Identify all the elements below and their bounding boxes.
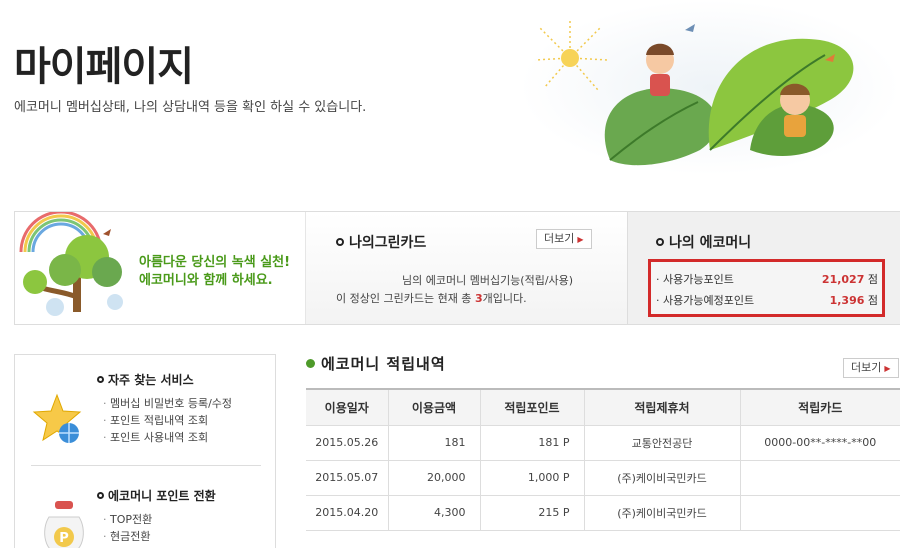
- convert-link-top[interactable]: TOP전환: [103, 511, 152, 528]
- star-globe-icon: [32, 393, 82, 443]
- partner-cell: (주)케이비국민카드: [584, 495, 741, 531]
- promo-line-1: 아름다운 당신의 녹색 실천!: [139, 255, 291, 270]
- service-link-earn-history[interactable]: 포인트 적립내역 조회: [103, 412, 232, 429]
- table-row: 2015.04.20 4,300 215 P (주)케이비국민카드: [306, 495, 900, 531]
- date-cell: 2015.05.26: [306, 425, 389, 461]
- green-card-title: 나의그린카드: [336, 232, 426, 252]
- green-card-count: 3: [474, 292, 483, 305]
- divider: [31, 465, 261, 466]
- history-table: 이용일자 이용금액 적립포인트 적립제휴처 적립카드 2015.05.26 18…: [306, 388, 900, 531]
- history-more-button[interactable]: 더보기 ▶: [843, 358, 899, 378]
- service-link-password[interactable]: 멤버십 비밀번호 등록/수정: [103, 395, 232, 412]
- summary-band: 아름다운 당신의 녹색 실천! 에코머니와 함께 하세요. 나의그린카드 더보기…: [14, 211, 900, 325]
- page-title: 마이페이지: [14, 44, 194, 90]
- table-row: 2015.05.07 20,000 1,000 P (주)케이비국민카드: [306, 460, 900, 496]
- partner-cell: (주)케이비국민카드: [584, 460, 741, 496]
- point-convert-title: 에코머니 포인트 전환: [97, 487, 216, 504]
- available-points-row: · 사용가능포인트 21,027 점: [656, 273, 878, 286]
- frequent-services-list: 멤버십 비밀번호 등록/수정 포인트 적립내역 조회 포인트 사용내역 조회: [103, 395, 232, 446]
- triangle-right-icon: ▶: [577, 235, 584, 244]
- card-cell: 0000-00**-****-**00: [740, 425, 900, 461]
- column-header: 이용금액: [388, 388, 481, 426]
- history-title: 에코머니 적립내역: [306, 353, 446, 374]
- amount-cell: 181: [388, 425, 481, 461]
- column-header: 적립포인트: [480, 388, 585, 426]
- page-description: 에코머니 멤버십상태, 나의 상담내역 등을 확인 하실 수 있습니다.: [14, 100, 367, 115]
- column-header: 이용일자: [306, 388, 389, 426]
- points-cell: 215 P: [480, 495, 585, 531]
- date-cell: 2015.05.07: [306, 460, 389, 496]
- partner-cell: 교통안전공단: [584, 425, 741, 461]
- bullet-icon: [656, 238, 664, 246]
- green-card-line-1: 님의 에코머니 멤버십기능(적립/사용): [402, 274, 574, 287]
- points-cell: 1,000 P: [480, 460, 585, 496]
- points-highlight-box: · 사용가능포인트 21,027 점 · 사용가능예정포인트 1,396 점: [648, 259, 885, 317]
- point-convert-list: TOP전환 현금전환: [103, 511, 152, 545]
- promo-banner: 아름다운 당신의 녹색 실천! 에코머니와 함께 하세요.: [15, 212, 305, 324]
- kids-on-leaves-illustration: [520, 0, 900, 175]
- available-points-value: 21,027: [821, 273, 865, 286]
- service-link-use-history[interactable]: 포인트 사용내역 조회: [103, 429, 232, 446]
- svg-text:P: P: [59, 531, 69, 546]
- service-panel: 자주 찾는 서비스 멤버십 비밀번호 등록/수정 포인트 적립내역 조회 포인트…: [14, 354, 276, 548]
- bullet-icon: [306, 359, 315, 368]
- promo-line-2: 에코머니와 함께 하세요.: [139, 273, 273, 288]
- expected-points-row: · 사용가능예정포인트 1,396 점: [656, 294, 878, 307]
- eco-money-panel: 나의 에코머니 · 사용가능포인트 21,027 점 · 사용가능예정포인트 1…: [627, 212, 900, 324]
- card-cell: [740, 495, 900, 531]
- amount-cell: 20,000: [388, 460, 481, 496]
- bullet-icon: [336, 238, 344, 246]
- amount-cell: 4,300: [388, 495, 481, 531]
- date-cell: 2015.04.20: [306, 495, 389, 531]
- eco-money-title: 나의 에코머니: [656, 232, 751, 252]
- column-header: 적립카드: [740, 388, 900, 426]
- expected-points-value: 1,396: [829, 294, 865, 307]
- points-cell: 181 P: [480, 425, 585, 461]
- table-header-row: 이용일자 이용금액 적립포인트 적립제휴처 적립카드: [306, 388, 900, 426]
- green-card-panel: 나의그린카드 더보기 ▶ 님의 에코머니 멤버십기능(적립/사용) 이 정상인 그…: [305, 212, 627, 324]
- green-card-more-button[interactable]: 더보기 ▶: [536, 229, 592, 249]
- table-row: 2015.05.26 181 181 P 교통안전공단 0000-00**-**…: [306, 425, 900, 461]
- bullet-icon: [97, 376, 104, 383]
- frequent-services-title: 자주 찾는 서비스: [97, 371, 194, 388]
- convert-link-cash[interactable]: 현금전환: [103, 528, 152, 545]
- triangle-right-icon: ▶: [884, 364, 891, 373]
- tree-rainbow-illustration: [19, 212, 123, 316]
- card-cell: [740, 460, 900, 496]
- column-header: 적립제휴처: [584, 388, 741, 426]
- bullet-icon: [97, 492, 104, 499]
- point-pouch-icon: P: [44, 501, 84, 548]
- green-card-line-2: 이 정상인 그린카드는 현재 총 3개입니다.: [336, 292, 527, 305]
